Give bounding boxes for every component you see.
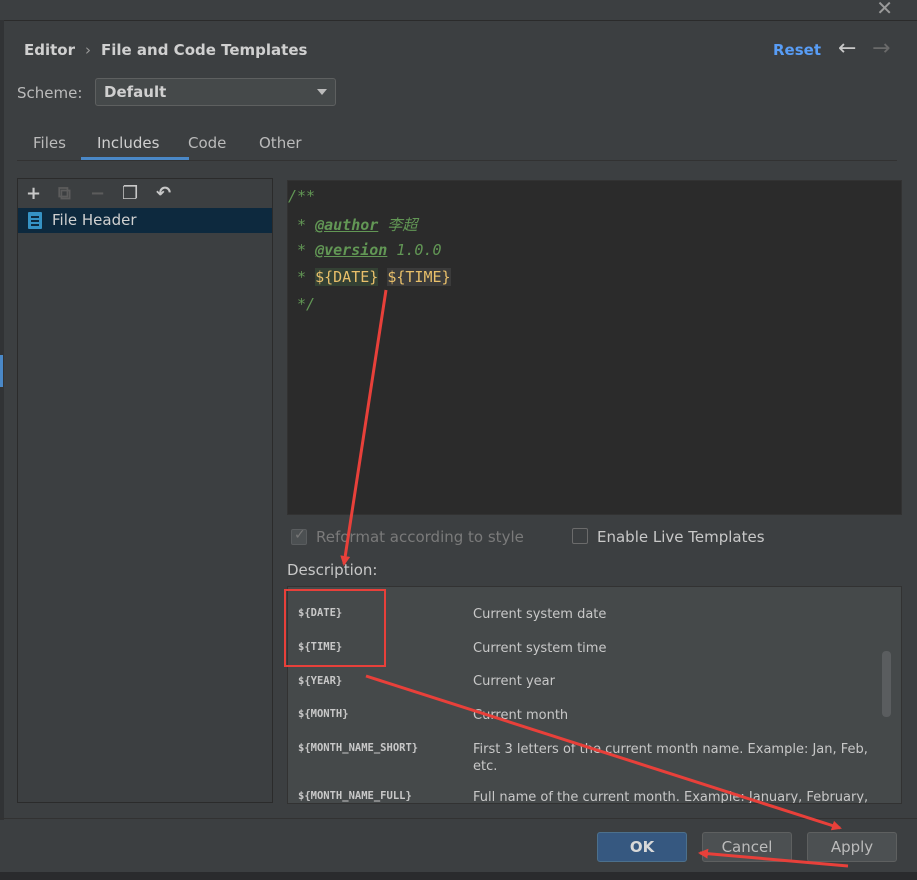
annotation-arrows	[340, 289, 849, 868]
annotation-arrow	[698, 848, 849, 868]
annotation-arrow	[340, 289, 388, 566]
annotation-arrow	[365, 674, 842, 831]
